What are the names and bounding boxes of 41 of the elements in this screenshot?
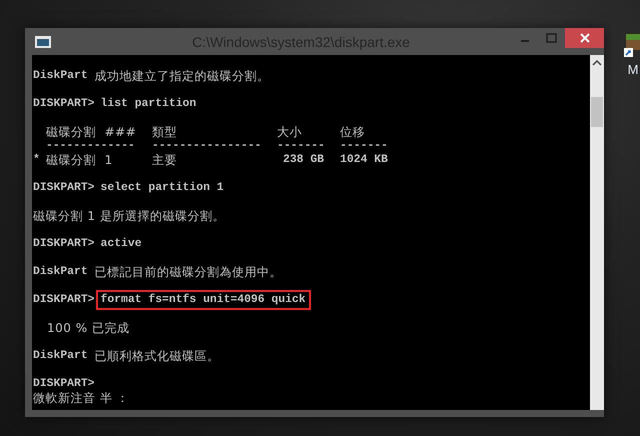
command-text: select partition 1: [100, 180, 225, 196]
column-header: 大小: [277, 125, 303, 139]
command-text: list partition: [100, 96, 198, 112]
table-cell-text: 磁碟分割 1: [46, 153, 114, 167]
table-cell: 238 GB: [282, 153, 324, 167]
prompt-text: DISKPART>: [33, 293, 95, 307]
prompt-text: DISKPART>: [33, 237, 95, 251]
console-text: 磁碟分割 1 是所選擇的磁碟分割。: [33, 209, 225, 223]
console-text: 已標記目前的磁碟分割為使用中。: [94, 265, 282, 279]
console-text: DiskPart: [33, 69, 88, 83]
desktop-icon-label[interactable]: M: [628, 62, 638, 77]
prompt-text: DISKPART>: [33, 97, 95, 111]
scrollbar-thumb[interactable]: [591, 97, 603, 127]
column-rule: ----------------: [152, 139, 262, 153]
minimize-icon: [520, 40, 528, 42]
column-header: 位移: [340, 125, 366, 139]
column-rule: -------: [277, 139, 326, 153]
console-text: DiskPart: [33, 349, 88, 363]
column-header: 磁碟分割 ###: [46, 125, 138, 139]
prompt-text: DISKPART>: [33, 377, 95, 391]
close-button[interactable]: [565, 28, 604, 48]
console-text: 已順利格式化磁碟區。: [94, 349, 220, 363]
scroll-up-icon[interactable]: [592, 59, 602, 67]
grass-block-icon[interactable]: [624, 34, 640, 58]
console-text: 100 % 已完成: [47, 321, 130, 335]
column-rule: -------: [340, 139, 389, 153]
column-rule: -------------: [46, 139, 136, 153]
table-cell-text: 主要: [152, 153, 178, 167]
scrollbar[interactable]: [590, 55, 604, 410]
command-text: active: [100, 236, 143, 252]
column-header: 類型: [152, 125, 178, 139]
prompt-text: DISKPART>: [33, 181, 95, 195]
console-app-icon: [35, 36, 51, 48]
close-icon: [580, 33, 590, 43]
row-marker: *: [33, 153, 41, 167]
highlighted-command: format fs=ntfs unit=4096 quick: [96, 290, 311, 310]
console-text: 成功地建立了指定的磁碟分割。: [94, 69, 270, 83]
console-text: DiskPart: [33, 265, 88, 279]
maximize-icon: [546, 33, 557, 43]
ime-status-text: 微軟新注音 半 ：: [33, 391, 130, 405]
table-cell-text: 1024 KB: [340, 153, 389, 167]
